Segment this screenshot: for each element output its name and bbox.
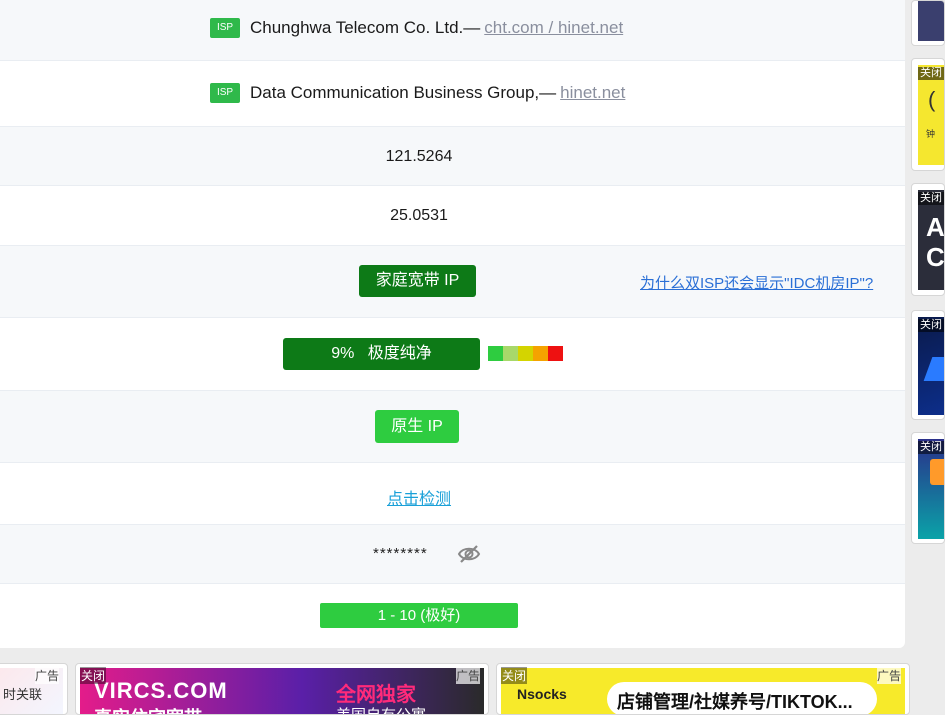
ad-close-button[interactable]: 关闭 [918,192,944,205]
ad-headline: 店铺管理/社媒养号/TIKTOK... [617,692,853,712]
native-ip-badge: 原生 IP [375,410,459,443]
bottom-ad-card[interactable]: 时关联 广告 [0,663,68,715]
ad-image: ( 钟 [918,65,944,165]
isp-line-1: ISP Chunghwa Telecom Co. Ltd.— cht.com /… [210,18,623,38]
check-row: 点击检测 [0,463,905,525]
side-ad-card[interactable]: 关闭 [911,432,945,544]
longitude-value: 121.5264 [385,148,453,165]
latitude-row: 25.0531 [0,186,905,246]
ad-close-button[interactable]: 关闭 [918,319,944,332]
native-ip-row: 原生 IP [0,391,905,463]
ad-label: 广告 [876,667,901,684]
ad-label: 广告 [455,667,480,684]
isp-name: Data Communication Business Group,— [250,83,557,102]
ad-image [918,1,944,41]
purity-row: 9% 极度纯净 [0,318,905,391]
ad-text: 时关联 [3,687,43,702]
score-row: 1 - 10 (极好) [0,584,905,648]
ad-close-button[interactable]: 关闭 [918,67,944,80]
isp-row-1: ISP Chunghwa Telecom Co. Ltd.— cht.com /… [0,0,905,61]
scale-segment [518,346,533,361]
ad-image: Nsocks 店铺管理/社媒养号/TIKTOK... [501,668,905,714]
ad-sub2: 美国自有公寓 [336,704,426,714]
bottom-ad-card[interactable]: VIRCS.COM 全网独家 真实住宅宽带 美国自有公寓 关闭 广告 [75,663,489,715]
isp-domain-link[interactable]: hinet.net [560,83,625,103]
scale-segment [488,346,503,361]
ad-brand: Nsocks [517,686,567,702]
isp-badge: ISP [210,83,240,103]
ad-close-button[interactable]: 关闭 [80,667,107,684]
eye-slash-icon[interactable] [457,543,481,570]
dual-isp-help-link[interactable]: 为什么双ISP还会显示"IDC机房IP"? [640,272,873,293]
longitude-row: 121.5264 [0,127,905,186]
purity-badge: 9% 极度纯净 [283,338,480,370]
bottom-ad-card[interactable]: Nsocks 店铺管理/社媒养号/TIKTOK... 关闭 广告 [496,663,910,715]
home-broadband-badge: 家庭宽带 IP [359,265,476,297]
ad-close-button[interactable]: 关闭 [501,667,528,684]
ip-info-panel: ISP Chunghwa Telecom Co. Ltd.— cht.com /… [0,0,905,648]
ad-label: 广告 [34,667,59,684]
ad-image: VIRCS.COM 全网独家 真实住宅宽带 美国自有公寓 [80,668,484,714]
ad-text: A Cl [926,212,945,272]
latitude-value: 25.0531 [390,207,448,224]
isp-name: Chunghwa Telecom Co. Ltd.— [250,18,481,37]
ad-image: A Cl [918,190,944,290]
isp-line-2: ISP Data Communication Business Group,— … [210,83,625,103]
ad-headline: VIRCS.COM [94,678,228,703]
scale-segment [503,346,518,361]
ad-sub: 真实住宅宽带 [94,704,202,714]
side-ad-card[interactable]: ( 钟 关闭 [911,58,945,171]
masked-value: ******** [373,545,428,562]
scale-segment [548,346,563,361]
side-ad-card[interactable] [911,0,945,46]
isp-row-2: ISP Data Communication Business Group,— … [0,61,905,127]
score-badge: 1 - 10 (极好) [320,603,518,628]
isp-domain-link[interactable]: cht.com / hinet.net [484,18,623,38]
ad-image [918,439,944,539]
ad-highlight: 全网独家 [336,684,416,706]
ip-type-row: 家庭宽带 IP 为什么双ISP还会显示"IDC机房IP"? [0,246,905,318]
isp-badge: ISP [210,18,240,38]
side-ad-card[interactable]: 关闭 [911,310,945,420]
purity-scale [488,346,563,361]
ad-text: 钟 [926,129,936,139]
scale-segment [533,346,548,361]
masked-row: ******** [0,525,905,584]
right-ad-sidebar: ( 钟 关闭 A Cl 关闭 关闭 关闭 [911,0,945,648]
click-to-check-link[interactable]: 点击检测 [387,485,451,509]
side-ad-card[interactable]: A Cl 关闭 [911,183,945,296]
ad-close-button[interactable]: 关闭 [918,441,944,454]
